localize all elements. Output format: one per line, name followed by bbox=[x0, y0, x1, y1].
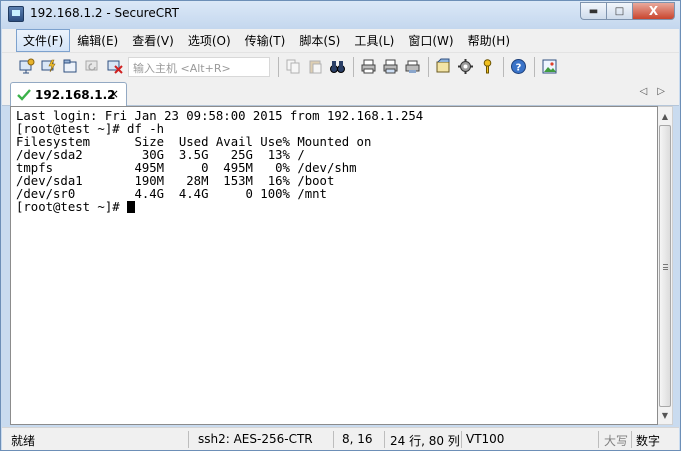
menu-tools[interactable]: 工具(L) bbox=[347, 29, 401, 52]
session-tab-strip: 192.168.1.2 × ◁ ▷ bbox=[2, 80, 679, 106]
menu-script[interactable]: 脚本(S) bbox=[292, 29, 347, 52]
menu-transfer[interactable]: 传输(T) bbox=[238, 29, 293, 52]
menu-file[interactable]: 文件(F) bbox=[16, 29, 71, 52]
terminal-line: /dev/sda2 30G 3.5G 25G 13% / bbox=[16, 148, 305, 162]
status-ready: 就绪 bbox=[11, 434, 36, 448]
terminal-line: Last login: Fri Jan 23 09:58:00 2015 fro… bbox=[16, 109, 424, 123]
binoculars-icon bbox=[329, 61, 345, 73]
session-tab[interactable]: 192.168.1.2 × bbox=[10, 82, 127, 106]
connect-icon bbox=[19, 58, 34, 74]
reconnect-button[interactable] bbox=[82, 57, 102, 77]
toolbar: 输入主机 <Alt+R> ? bbox=[2, 52, 679, 80]
terminal-cursor bbox=[127, 201, 136, 213]
help-icon: ? bbox=[510, 59, 526, 74]
scroll-up-arrow-icon[interactable]: ▲ bbox=[658, 108, 672, 124]
tab-navigation: ◁ ▷ bbox=[640, 86, 665, 97]
menu-bar: 文件(F) 编辑(E) 查看(V) 选项(O) 传输(T) 脚本(S) 工具(L… bbox=[2, 29, 679, 52]
disconnect-icon bbox=[107, 60, 123, 74]
reconnect-icon bbox=[85, 60, 97, 71]
paste-button[interactable] bbox=[305, 57, 325, 77]
toolbar-separator bbox=[278, 56, 279, 77]
menu-window[interactable]: 窗口(W) bbox=[401, 29, 460, 52]
status-divider bbox=[188, 431, 189, 448]
quick-connect-icon bbox=[41, 59, 56, 73]
paste-icon bbox=[309, 60, 321, 74]
global-options-button[interactable] bbox=[455, 57, 475, 77]
tab-close-button[interactable]: × bbox=[109, 87, 119, 101]
session-options-icon bbox=[436, 58, 449, 73]
status-caps-lock: 大写 bbox=[604, 434, 629, 448]
connect-in-tab-icon bbox=[63, 59, 76, 73]
svg-text:?: ? bbox=[515, 63, 521, 74]
title-bar[interactable]: 192.168.1.2 - SecureCRT ▬ □ X bbox=[1, 1, 680, 29]
status-terminal-size: 24 行, 80 列 bbox=[390, 434, 460, 448]
check-icon bbox=[17, 88, 31, 101]
print-icon bbox=[361, 59, 375, 74]
copy-icon bbox=[286, 59, 299, 74]
status-emulation: VT100 bbox=[466, 432, 505, 446]
help-button[interactable]: ? bbox=[508, 57, 528, 77]
menu-edit[interactable]: 编辑(E) bbox=[70, 29, 125, 52]
securecrt-app-icon bbox=[8, 6, 24, 22]
terminal-line: tmpfs 495M 0 495M 0% /dev/shm bbox=[16, 161, 357, 175]
toolbar-separator bbox=[428, 56, 429, 77]
menu-help[interactable]: 帮助(H) bbox=[461, 29, 517, 52]
status-cursor-position: 8, 16 bbox=[342, 432, 373, 446]
status-divider bbox=[461, 431, 462, 448]
scrollbar-thumb[interactable] bbox=[659, 125, 671, 407]
tab-prev-arrow-icon[interactable]: ◁ bbox=[640, 86, 648, 97]
window-controls: ▬ □ X bbox=[580, 2, 675, 20]
scroll-down-arrow-icon[interactable]: ▼ bbox=[658, 407, 672, 423]
connect-button[interactable] bbox=[16, 57, 36, 77]
scrollbar-grip-icon bbox=[663, 264, 668, 270]
terminal-prompt: [root@test ~]# bbox=[16, 200, 128, 214]
menu-view[interactable]: 查看(V) bbox=[125, 29, 181, 52]
toolbar-separator bbox=[534, 56, 535, 77]
status-divider bbox=[598, 431, 599, 448]
window-title: 192.168.1.2 - SecureCRT bbox=[30, 6, 179, 20]
menu-options[interactable]: 选项(O) bbox=[181, 29, 238, 52]
terminal-line: Filesystem Size Used Avail Use% Mounted … bbox=[16, 135, 372, 149]
print-selection-button[interactable] bbox=[380, 57, 400, 77]
quick-connect-button[interactable] bbox=[38, 57, 58, 77]
find-button[interactable] bbox=[327, 57, 347, 77]
status-cipher: ssh2: AES-256-CTR bbox=[198, 432, 313, 446]
minimize-button[interactable]: ▬ bbox=[580, 2, 606, 20]
terminal-screen[interactable]: Last login: Fri Jan 23 09:58:00 2015 fro… bbox=[10, 106, 658, 425]
toolbar-separator bbox=[503, 56, 504, 77]
picture-icon bbox=[542, 59, 556, 74]
connect-tab-button[interactable] bbox=[60, 57, 80, 77]
print-button[interactable] bbox=[358, 57, 378, 77]
vertical-scrollbar[interactable]: ▲ ▼ bbox=[658, 106, 673, 425]
status-bar: 就绪 ssh2: AES-256-CTR 8, 16 24 行, 80 列 VT… bbox=[2, 427, 679, 450]
toolbar-separator bbox=[353, 56, 354, 77]
print-setup-icon bbox=[405, 60, 419, 73]
print-setup-button[interactable] bbox=[402, 57, 422, 77]
status-divider bbox=[631, 431, 632, 448]
maximize-button[interactable]: □ bbox=[606, 2, 632, 20]
close-button[interactable]: X bbox=[632, 2, 675, 20]
securecrt-window: 192.168.1.2 - SecureCRT ▬ □ X 文件(F) 编辑(E… bbox=[0, 0, 681, 451]
screenshot-button[interactable] bbox=[539, 57, 559, 77]
key-icon bbox=[483, 59, 491, 74]
session-tab-label: 192.168.1.2 bbox=[35, 87, 116, 102]
status-divider bbox=[333, 431, 334, 448]
print-selection-icon bbox=[383, 59, 397, 74]
terminal-line: /dev/sda1 190M 28M 153M 16% /boot bbox=[16, 174, 335, 188]
tab-next-arrow-icon[interactable]: ▷ bbox=[657, 86, 665, 97]
gear-icon bbox=[457, 59, 473, 74]
session-options-button[interactable] bbox=[433, 57, 453, 77]
copy-button[interactable] bbox=[283, 57, 303, 77]
keymap-button[interactable] bbox=[477, 57, 497, 77]
status-num-lock: 数字 bbox=[636, 434, 661, 448]
terminal-line: [root@test ~]# df -h bbox=[16, 122, 165, 136]
host-input[interactable]: 输入主机 <Alt+R> bbox=[128, 56, 270, 77]
disconnect-button[interactable] bbox=[104, 57, 124, 77]
terminal-output: Last login: Fri Jan 23 09:58:00 2015 fro… bbox=[16, 110, 423, 214]
terminal-line: /dev/sr0 4.4G 4.4G 0 100% /mnt bbox=[16, 187, 327, 201]
status-divider bbox=[384, 431, 385, 448]
